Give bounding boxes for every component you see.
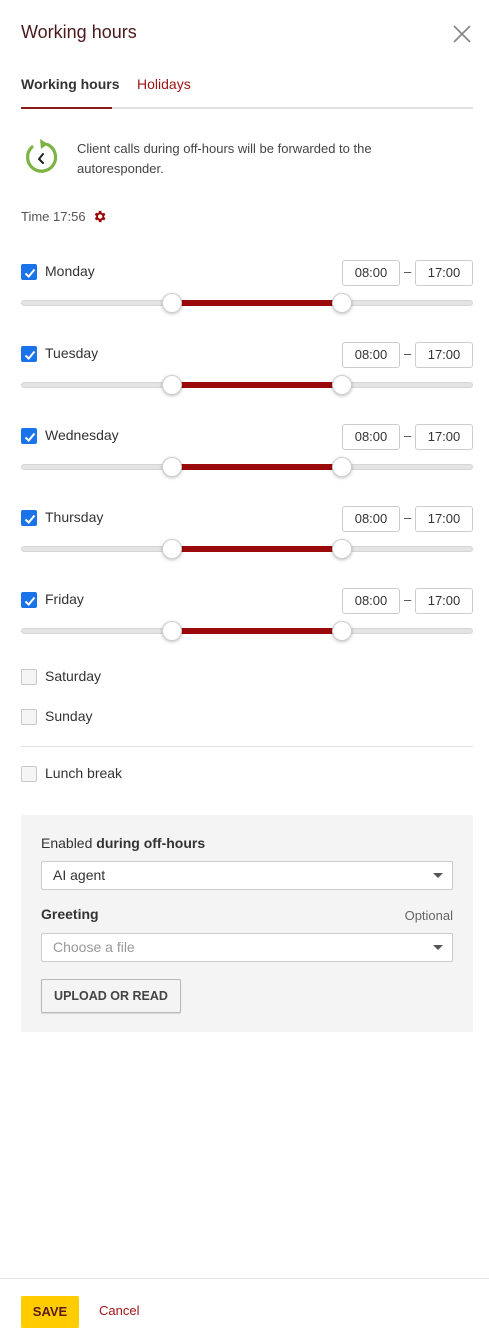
day-row-monday: Monday 08:00 – 17:00 — [21, 260, 473, 320]
day-label: Tuesday — [45, 345, 99, 361]
day-label: Wednesday — [45, 427, 119, 443]
greeting-file-select[interactable]: Choose a file — [41, 933, 453, 962]
close-icon[interactable] — [451, 23, 473, 45]
clock-forward-icon — [23, 138, 59, 176]
lunch-break-row: Lunch break — [21, 764, 321, 784]
slider-range — [172, 382, 342, 388]
lunch-break-checkbox[interactable] — [21, 766, 37, 782]
upload-button[interactable]: UPLOAD OR READ — [41, 979, 181, 1013]
info-text: Client calls during off-hours will be fo… — [77, 141, 372, 176]
chevron-down-icon — [433, 873, 443, 878]
slider-range — [172, 628, 342, 634]
active-tab-indicator — [21, 107, 112, 109]
saturday-checkbox[interactable] — [21, 669, 37, 685]
wednesday-checkbox[interactable] — [21, 428, 37, 444]
slider-end-handle[interactable] — [332, 293, 352, 313]
day-row-wednesday: Wednesday 08:00 – 17:00 — [21, 424, 473, 484]
hours-slider[interactable] — [21, 539, 473, 559]
day-label: Thursday — [45, 509, 104, 525]
monday-checkbox[interactable] — [21, 264, 37, 280]
save-button[interactable]: SAVE — [21, 1296, 79, 1328]
page-title: Working hours — [21, 22, 137, 42]
end-time-input[interactable]: 17:00 — [415, 424, 473, 450]
day-row-friday: Friday 08:00 – 17:00 — [21, 588, 473, 648]
current-time: Time 17:56 — [21, 209, 107, 224]
off-hours-panel: Enabled during off-hours AI agent Greeti… — [21, 815, 473, 1032]
end-time-input[interactable]: 17:00 — [415, 342, 473, 368]
thursday-checkbox[interactable] — [21, 510, 37, 526]
day-row-thursday: Thursday 08:00 – 17:00 — [21, 506, 473, 566]
tab-bar: Working hours Holidays — [21, 66, 473, 109]
info-banner: Client calls during off-hours will be fo… — [21, 137, 473, 181]
hours-slider[interactable] — [21, 457, 473, 477]
tab-working-hours[interactable]: Working hours — [21, 76, 120, 92]
slider-end-handle[interactable] — [332, 457, 352, 477]
chevron-down-icon — [433, 945, 443, 950]
hours-slider[interactable] — [21, 621, 473, 641]
off-hours-label: Enabled during off-hours — [41, 835, 206, 851]
end-time-input[interactable]: 17:00 — [415, 260, 473, 286]
slider-start-handle[interactable] — [162, 621, 182, 641]
divider — [21, 746, 473, 747]
day-label: Saturday — [45, 668, 102, 684]
start-time-input[interactable]: 08:00 — [342, 342, 400, 368]
friday-checkbox[interactable] — [21, 592, 37, 608]
day-row-saturday: Saturday — [21, 667, 321, 687]
slider-end-handle[interactable] — [332, 621, 352, 641]
slider-start-handle[interactable] — [162, 457, 182, 477]
time-separator: – — [404, 428, 412, 443]
time-separator: – — [404, 592, 412, 607]
day-label: Friday — [45, 591, 84, 607]
hours-slider[interactable] — [21, 293, 473, 313]
slider-range — [172, 546, 342, 552]
start-time-input[interactable]: 08:00 — [342, 424, 400, 450]
time-separator: – — [404, 346, 412, 361]
dialog-header: Working hours — [21, 20, 473, 50]
time-separator: – — [404, 264, 412, 279]
optional-label: Optional — [404, 908, 453, 923]
day-label: Monday — [45, 263, 95, 279]
end-time-input[interactable]: 17:00 — [415, 588, 473, 614]
off-hours-mode-select[interactable]: AI agent — [41, 861, 453, 890]
day-label: Sunday — [45, 708, 93, 724]
slider-range — [172, 300, 342, 306]
lunch-break-label: Lunch break — [45, 765, 123, 781]
start-time-input[interactable]: 08:00 — [342, 506, 400, 532]
day-row-tuesday: Tuesday 08:00 – 17:00 — [21, 342, 473, 402]
selected-value: AI agent — [53, 867, 106, 883]
slider-end-handle[interactable] — [332, 375, 352, 395]
start-time-input[interactable]: 08:00 — [342, 588, 400, 614]
slider-start-handle[interactable] — [162, 293, 182, 313]
gear-icon[interactable] — [92, 209, 107, 224]
dialog-footer: SAVE Cancel — [0, 1278, 489, 1335]
hours-slider[interactable] — [21, 375, 473, 395]
start-time-input[interactable]: 08:00 — [342, 260, 400, 286]
file-placeholder: Choose a file — [53, 939, 135, 955]
tab-holidays[interactable]: Holidays — [137, 76, 191, 92]
time-label: Time 17:56 — [21, 209, 86, 224]
sunday-checkbox[interactable] — [21, 709, 37, 725]
tuesday-checkbox[interactable] — [21, 346, 37, 362]
slider-range — [172, 464, 342, 470]
time-separator: – — [404, 510, 412, 525]
slider-start-handle[interactable] — [162, 539, 182, 559]
greeting-label: Greeting — [41, 906, 99, 922]
day-row-sunday: Sunday — [21, 707, 321, 727]
slider-start-handle[interactable] — [162, 375, 182, 395]
slider-end-handle[interactable] — [332, 539, 352, 559]
end-time-input[interactable]: 17:00 — [415, 506, 473, 532]
cancel-button[interactable]: Cancel — [99, 1303, 139, 1318]
